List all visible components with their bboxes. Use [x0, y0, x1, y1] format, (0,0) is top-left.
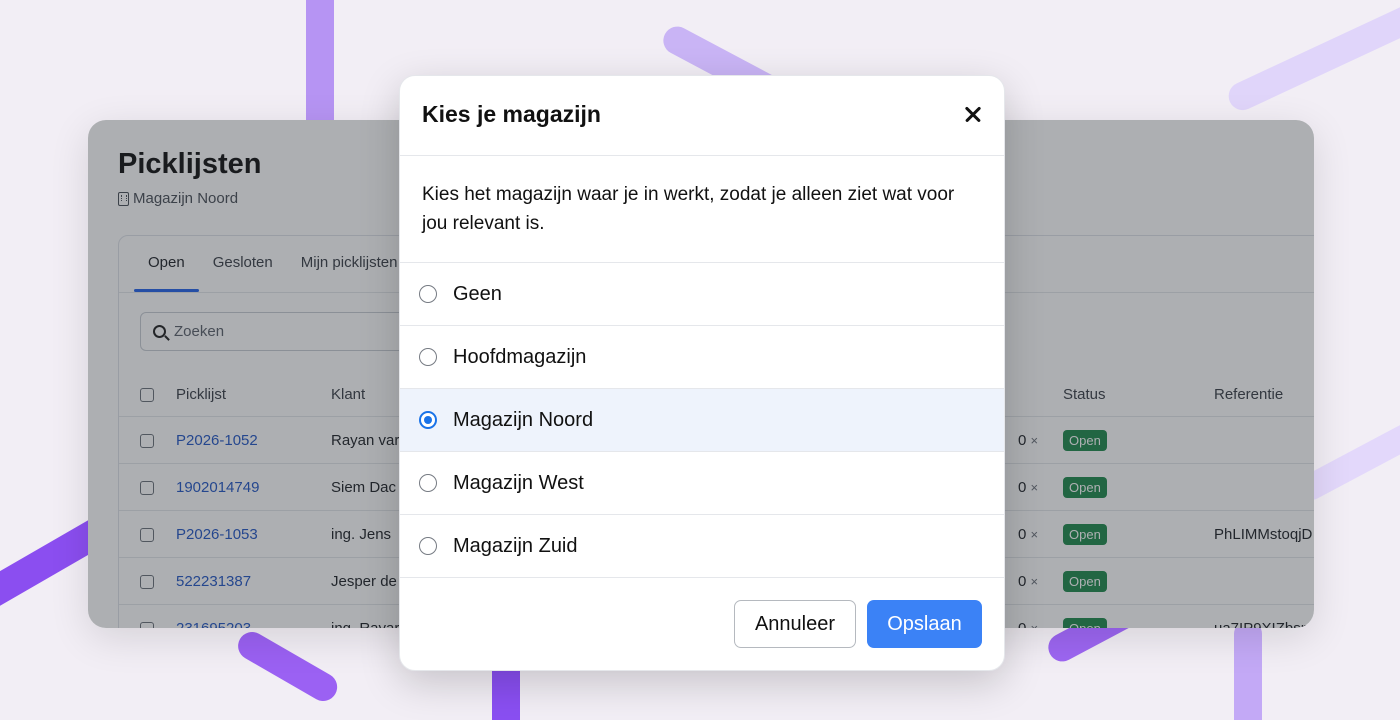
- option-label: Magazijn Noord: [453, 408, 594, 431]
- option-label: Magazijn Zuid: [453, 534, 578, 557]
- warehouse-option-north[interactable]: Magazijn Noord: [400, 389, 1004, 452]
- warehouse-picker-dialog: Kies je magazijn Kies het magazijn waar …: [399, 75, 1005, 671]
- option-label: Geen: [453, 282, 502, 305]
- option-label: Magazijn West: [453, 471, 584, 494]
- dialog-footer: Annuleer Opslaan: [400, 575, 1004, 670]
- cancel-button[interactable]: Annuleer: [734, 600, 856, 648]
- background-stripe: [233, 626, 343, 707]
- background-stripe: [306, 0, 334, 140]
- background-stripe: [1224, 0, 1400, 115]
- option-label: Hoofdmagazijn: [453, 345, 587, 368]
- dialog-title: Kies je magazijn: [422, 101, 601, 127]
- dialog-header: Kies je magazijn: [400, 76, 1004, 156]
- warehouse-option-main[interactable]: Hoofdmagazijn: [400, 326, 1004, 389]
- radio-button[interactable]: [419, 348, 437, 366]
- radio-button-checked[interactable]: [419, 411, 437, 429]
- warehouse-option-west[interactable]: Magazijn West: [400, 452, 1004, 515]
- warehouse-option-south[interactable]: Magazijn Zuid: [400, 515, 1004, 578]
- dialog-description: Kies het magazijn waar je in werkt, zoda…: [400, 156, 1004, 263]
- radio-button[interactable]: [419, 537, 437, 555]
- warehouse-option-none[interactable]: Geen: [400, 263, 1004, 326]
- close-icon[interactable]: [960, 102, 986, 128]
- background-stripe: [1234, 620, 1262, 720]
- radio-button[interactable]: [419, 474, 437, 492]
- radio-button[interactable]: [419, 285, 437, 303]
- save-button[interactable]: Opslaan: [867, 600, 982, 648]
